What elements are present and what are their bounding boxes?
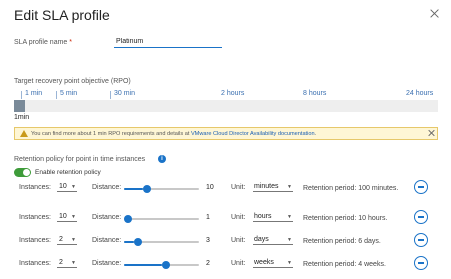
warning-icon (20, 130, 28, 137)
alert-text-end: . (314, 131, 317, 137)
unit-label: Unit: (231, 214, 246, 221)
retention-period-text: Retention period: 100 minutes. (303, 185, 399, 192)
distance-slider-handle[interactable] (134, 238, 142, 246)
instances-label: Instances: (19, 260, 51, 267)
distance-label: Distance: (92, 237, 122, 244)
remove-row-icon[interactable] (414, 180, 428, 194)
documentation-link[interactable]: VMware Cloud Director Availability docum… (191, 131, 315, 137)
chevron-down-icon: ▼ (71, 184, 76, 190)
retention-heading: Retention policy for point in time insta… (14, 156, 146, 163)
retention-period-text: Retention period: 10 hours. (303, 215, 388, 222)
distance-label: Distance: (92, 184, 122, 191)
unit-value: days (254, 236, 269, 243)
distance-slider-fill (124, 241, 134, 243)
chevron-down-icon: ▼ (287, 214, 292, 220)
instances-select[interactable]: 10 ▼ (57, 212, 77, 222)
chevron-down-icon: ▼ (71, 214, 76, 220)
chevron-down-icon: ▼ (287, 237, 292, 243)
rpo-warning-alert: You can find more about 1 min RPO requir… (14, 127, 438, 140)
rpo-selected-value: 1min (14, 114, 30, 121)
close-icon[interactable] (428, 8, 442, 22)
retention-row: Instances: 2 ▼ Distance: 3 Unit: days ▼ … (0, 233, 451, 249)
unit-select[interactable]: weeks ▼ (253, 258, 293, 268)
unit-label: Unit: (231, 260, 246, 267)
retention-row: Instances: 10 ▼ Distance: 10 Unit: minut… (0, 180, 451, 196)
instances-label: Instances: (19, 214, 51, 221)
alert-text: You can find more about 1 min RPO requir… (31, 131, 190, 137)
remove-row-icon[interactable] (414, 256, 428, 270)
rpo-tick[interactable]: 8 hours (303, 90, 326, 97)
profile-name-label: SLA profile name * (14, 39, 72, 46)
distance-value: 1 (206, 214, 210, 221)
chevron-down-icon: ▼ (287, 184, 292, 190)
distance-slider-fill (124, 188, 143, 190)
chevron-down-icon: ▼ (287, 260, 292, 266)
profile-name-label-text: SLA profile name (14, 39, 68, 46)
unit-select[interactable]: minutes ▼ (253, 182, 293, 192)
instances-label: Instances: (19, 184, 51, 191)
distance-slider[interactable] (124, 215, 199, 223)
instances-value: 10 (59, 183, 67, 190)
rpo-tick-separator (21, 91, 22, 99)
distance-label: Distance: (92, 214, 122, 221)
rpo-tick-separator (110, 91, 111, 99)
rpo-tick-separator (56, 91, 57, 99)
distance-slider-handle[interactable] (162, 261, 170, 269)
distance-slider[interactable] (124, 261, 199, 269)
distance-value: 2 (206, 260, 210, 267)
retention-toggle-label: Enable retention policy (35, 169, 101, 176)
distance-value: 3 (206, 237, 210, 244)
distance-slider[interactable] (124, 238, 199, 246)
distance-label: Distance: (92, 260, 122, 267)
rpo-slider-fill[interactable] (14, 100, 25, 112)
instances-value: 2 (59, 259, 63, 266)
chevron-down-icon: ▼ (71, 237, 76, 243)
retention-period-text: Retention period: 4 weeks. (303, 261, 386, 268)
instances-select[interactable]: 2 ▼ (57, 235, 77, 245)
distance-slider-fill (124, 264, 162, 266)
page-title: Edit SLA profile (14, 7, 110, 23)
profile-name-input[interactable] (114, 36, 222, 48)
rpo-tick[interactable]: 5 min (60, 90, 77, 97)
instances-value: 10 (59, 213, 67, 220)
distance-slider[interactable] (124, 185, 199, 193)
info-icon[interactable]: i (158, 155, 166, 163)
unit-select[interactable]: hours ▼ (253, 212, 293, 222)
distance-value: 10 (206, 184, 214, 191)
retention-row: Instances: 10 ▼ Distance: 1 Unit: hours … (0, 210, 451, 226)
retention-period-text: Retention period: 6 days. (303, 238, 381, 245)
instances-select[interactable]: 2 ▼ (57, 258, 77, 268)
unit-value: minutes (254, 183, 279, 190)
instances-label: Instances: (19, 237, 51, 244)
retention-toggle-knob (23, 169, 30, 176)
rpo-tick[interactable]: 1 min (25, 90, 42, 97)
unit-value: hours (254, 213, 272, 220)
distance-slider-handle[interactable] (124, 215, 132, 223)
remove-row-icon[interactable] (414, 210, 428, 224)
retention-row: Instances: 2 ▼ Distance: 2 Unit: weeks ▼… (0, 256, 451, 272)
instances-select[interactable]: 10 ▼ (57, 182, 77, 192)
chevron-down-icon: ▼ (71, 260, 76, 266)
unit-label: Unit: (231, 237, 246, 244)
rpo-tick[interactable]: 2 hours (221, 90, 244, 97)
rpo-tick-labels: 1 min 5 min 30 min 2 hours 8 hours 24 ho… (14, 90, 438, 100)
rpo-heading: Target recovery point objective (RPO) (14, 78, 131, 85)
instances-value: 2 (59, 236, 63, 243)
unit-select[interactable]: days ▼ (253, 235, 293, 245)
rpo-slider-track[interactable] (14, 100, 438, 112)
remove-row-icon[interactable] (414, 233, 428, 247)
rpo-tick[interactable]: 30 min (114, 90, 135, 97)
unit-label: Unit: (231, 184, 246, 191)
rpo-tick[interactable]: 24 hours (406, 90, 433, 97)
distance-slider-handle[interactable] (143, 185, 151, 193)
required-marker: * (69, 39, 72, 46)
alert-close-icon[interactable] (427, 129, 435, 137)
unit-value: weeks (254, 259, 274, 266)
